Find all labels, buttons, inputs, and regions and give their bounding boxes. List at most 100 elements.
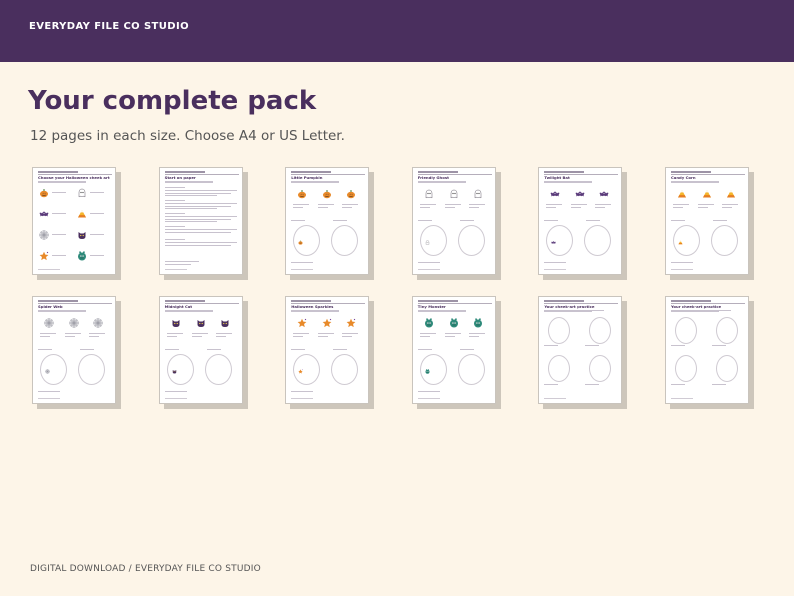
page-thumbnail[interactable]: Halloween Sparkles	[285, 296, 370, 404]
text-line	[722, 207, 732, 209]
thumbnail-decor	[417, 181, 466, 183]
page-thumbnail[interactable]: Start on paper	[158, 167, 243, 275]
face-outline	[711, 225, 738, 256]
text-line	[164, 216, 237, 218]
text-line	[468, 336, 479, 338]
text-line	[698, 204, 714, 206]
page-thumbnail[interactable]: Little Pumpkin	[285, 167, 370, 275]
thumbnail-decor	[291, 171, 332, 173]
text-line	[444, 204, 461, 206]
candy-corn-icon	[726, 189, 736, 199]
monster-icon	[77, 251, 87, 261]
text-line	[419, 336, 430, 338]
thumbnail-decor	[671, 181, 719, 183]
text-line	[333, 349, 348, 351]
page-thumbnail[interactable]: Friendly Ghost	[411, 167, 496, 275]
face-outline	[675, 355, 697, 382]
text-line	[293, 336, 304, 338]
bat-icon	[599, 189, 609, 199]
text-line	[164, 213, 185, 215]
text-line	[52, 234, 66, 236]
candy-corn-icon	[678, 240, 683, 245]
text-line	[318, 333, 335, 335]
text-line	[318, 207, 329, 209]
ghost-icon	[77, 188, 87, 198]
bat-icon	[551, 240, 557, 245]
text-line	[164, 192, 231, 194]
footer-text: DIGITAL DOWNLOAD / EVERYDAY FILE CO STUD…	[30, 564, 261, 574]
thumbnail-decor	[164, 310, 213, 312]
text-line	[671, 345, 685, 347]
page-thumbnail[interactable]: Twilight Bat	[538, 167, 623, 275]
text-line	[459, 220, 474, 222]
thumbnail-title: Tiny Monster	[417, 304, 446, 309]
monster-icon	[424, 318, 434, 328]
text-line	[164, 221, 217, 223]
pumpkin-icon	[297, 189, 307, 199]
face-outline	[331, 354, 359, 385]
text-line	[164, 349, 179, 351]
star-icon	[322, 318, 332, 328]
pumpkin-icon	[346, 189, 356, 199]
page-thumbnail[interactable]: Your cheek-art practice	[538, 296, 623, 404]
text-line	[722, 204, 738, 206]
text-line	[90, 213, 104, 215]
cat-icon	[77, 230, 87, 240]
thumbnail-footer	[291, 268, 314, 270]
text-line	[291, 220, 306, 222]
thumbnail-title: Midnight Cat	[164, 304, 193, 309]
thumbnail-title: Candy Corn	[671, 175, 696, 180]
thumbnail-title: Spider Web	[38, 304, 63, 309]
text-line	[206, 349, 221, 351]
text-line	[80, 349, 94, 351]
page-thumbnail[interactable]: Midnight Cat	[158, 296, 243, 404]
text-line	[89, 336, 99, 338]
thumbnail-decor	[38, 300, 78, 302]
text-line	[293, 333, 310, 335]
thumbnail-decor	[417, 310, 466, 312]
thumbnail-title: Your cheek-art practice	[544, 304, 595, 309]
text-line	[342, 336, 353, 338]
page-thumbnail[interactable]: Your cheek-art practice	[665, 296, 749, 404]
spider-web-icon	[93, 318, 103, 328]
thumbnail-decor	[38, 310, 86, 312]
spider-web-icon	[45, 369, 50, 374]
text-line	[546, 204, 563, 206]
text-line	[318, 336, 329, 338]
ghost-icon	[424, 189, 434, 199]
brand-name: EVERYDAY FILE CO STUDIO	[29, 21, 190, 32]
face-outline	[204, 354, 232, 385]
candy-corn-icon	[77, 209, 87, 219]
text-line	[164, 187, 185, 189]
page-title: Your complete pack	[28, 86, 317, 116]
spider-web-icon	[39, 230, 49, 240]
pumpkin-icon	[298, 240, 303, 245]
monster-icon	[473, 318, 483, 328]
text-line	[293, 207, 304, 209]
text-line	[40, 336, 50, 338]
thumbnail-decor	[291, 181, 340, 183]
cat-icon	[171, 318, 181, 328]
thumbnail-footer	[38, 397, 60, 399]
thumbnail-footer	[164, 268, 187, 270]
text-line	[417, 349, 432, 351]
spider-web-icon	[44, 318, 54, 328]
thumbnail-decor	[544, 300, 585, 302]
text-line	[164, 208, 217, 210]
page-thumbnail[interactable]: Candy Corn	[665, 167, 749, 275]
page-thumbnail[interactable]: Tiny Monster	[411, 296, 496, 404]
text-line	[293, 204, 310, 206]
page-thumbnail[interactable]: Choose your Halloween cheek art	[32, 167, 116, 275]
text-line	[342, 204, 359, 206]
text-line	[38, 349, 52, 351]
page-thumbnail[interactable]: Spider Web	[32, 296, 116, 404]
thumbnail-footer	[417, 268, 440, 270]
page-subtitle: 12 pages in each size. Choose A4 or US L…	[30, 128, 345, 144]
thumbnail-decor	[291, 300, 332, 302]
text-line	[164, 190, 237, 192]
text-line	[40, 333, 56, 335]
text-line	[164, 244, 231, 246]
text-line	[90, 255, 104, 257]
text-line	[164, 203, 237, 205]
thumbnail-title: Friendly Ghost	[417, 175, 449, 180]
